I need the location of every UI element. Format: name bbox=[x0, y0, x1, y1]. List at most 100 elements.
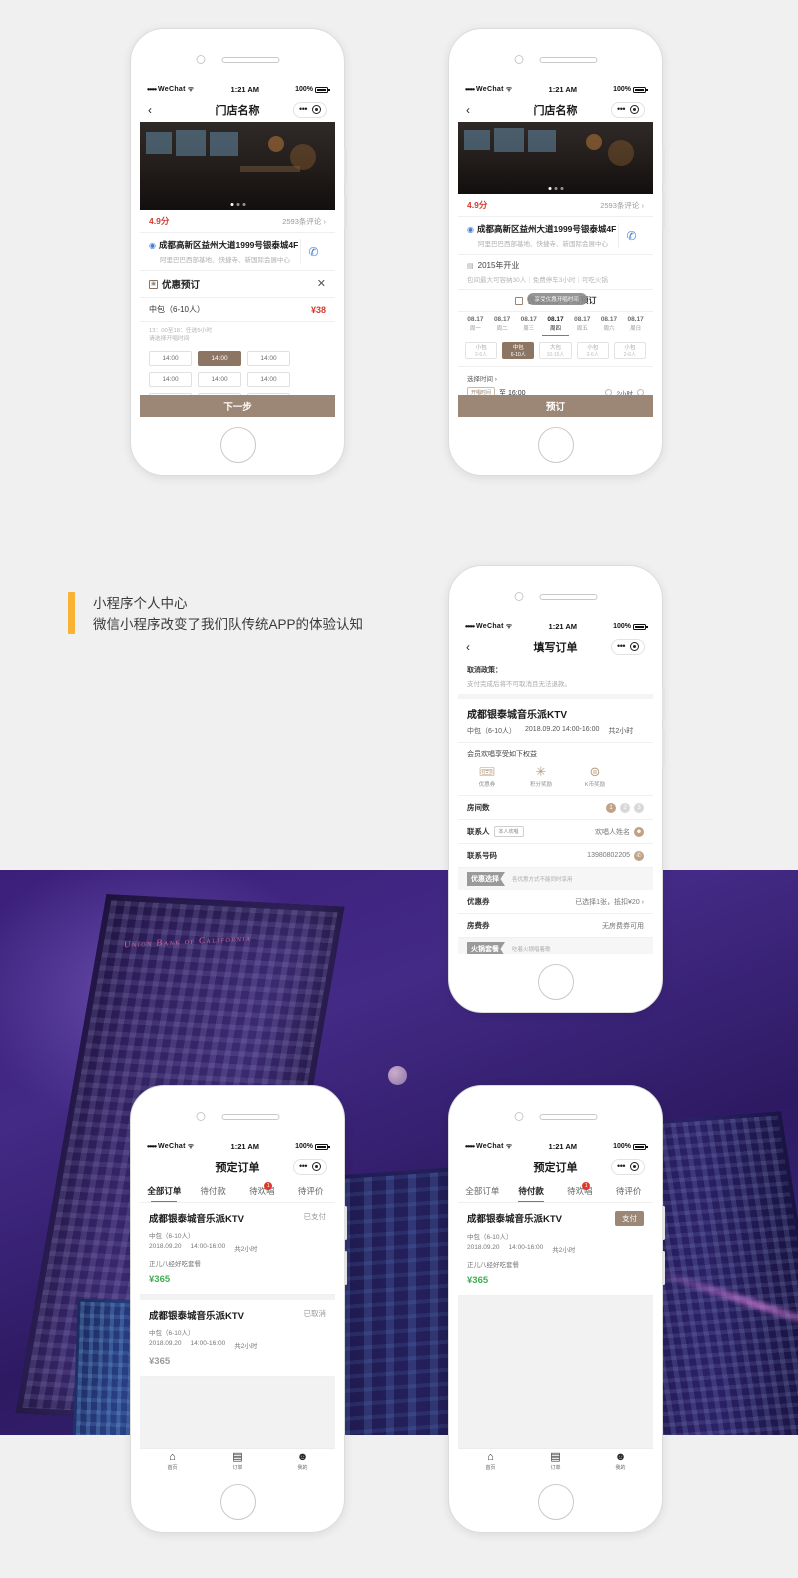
more-icon[interactable]: ••• bbox=[299, 1161, 307, 1170]
more-icon[interactable]: ••• bbox=[617, 641, 625, 650]
tabbar-home[interactable]: ⌂ 首页 bbox=[458, 1449, 523, 1474]
call-store-icon[interactable]: ✆ bbox=[618, 223, 644, 248]
more-icon[interactable]: ••• bbox=[617, 104, 625, 113]
order-card[interactable]: 成都银泰城音乐派KTV 支付 中包（6-10人） 2018.09.20 14:0… bbox=[458, 1203, 653, 1296]
promo-booking-row[interactable]: 优惠预订 小时预订 享受优惠开唱时间 bbox=[458, 290, 653, 312]
tabbar-profile[interactable]: ☻ 我的 bbox=[588, 1449, 653, 1474]
coupon-value[interactable]: 已选择1张，抵扣¥20 › bbox=[575, 897, 644, 907]
more-icon[interactable]: ••• bbox=[617, 1161, 625, 1170]
close-miniprogram-icon[interactable] bbox=[630, 1162, 639, 1171]
time-slot[interactable]: 14:00 bbox=[198, 372, 241, 387]
home-button[interactable] bbox=[219, 1484, 256, 1520]
self-singer-chip[interactable]: 本人欢唱 bbox=[493, 826, 524, 837]
wechat-capsule[interactable]: ••• bbox=[611, 101, 645, 118]
tab-pending-review[interactable]: 待评价 bbox=[286, 1179, 335, 1202]
rating-value: 4.9分 bbox=[467, 200, 488, 210]
promo-tooltip: 享受优惠开唱时间 bbox=[526, 293, 587, 305]
room-option[interactable]: 小包 2-6人 bbox=[465, 342, 498, 359]
rating-row[interactable]: 4.9分 2593条评论 › bbox=[140, 210, 335, 233]
volume-button[interactable] bbox=[344, 149, 347, 183]
next-step-button[interactable]: 下一步 bbox=[140, 395, 335, 417]
tab-pending-singing[interactable]: 待欢唱 1 bbox=[238, 1179, 287, 1202]
tab-pending-payment[interactable]: 待付款 bbox=[189, 1179, 238, 1202]
contact-row[interactable]: 联系人 本人欢唱 欢唱人姓名 ☻ bbox=[458, 820, 653, 844]
power-button[interactable] bbox=[344, 1251, 347, 1285]
room-count-options[interactable]: 1 2 3 bbox=[606, 802, 644, 813]
volume-button[interactable] bbox=[344, 1206, 347, 1240]
carousel-dots[interactable] bbox=[230, 203, 245, 206]
close-miniprogram-icon[interactable] bbox=[312, 105, 321, 114]
call-store-icon[interactable]: ✆ bbox=[300, 239, 326, 264]
reviews-link[interactable]: 2593条评论 › bbox=[600, 200, 644, 211]
address-row[interactable]: ◉ 成都高新区益州大道1999号银泰城4F 阿里巴巴西部基地、快捷寺、新国际会展中… bbox=[140, 233, 335, 271]
signal-dots: ••••• bbox=[465, 85, 475, 94]
pay-now-button[interactable]: 支付 bbox=[615, 1211, 644, 1226]
tabbar-home[interactable]: ⌂ 首页 bbox=[140, 1449, 205, 1474]
power-button[interactable] bbox=[662, 194, 665, 228]
power-button[interactable] bbox=[662, 731, 665, 765]
room-count-row[interactable]: 房间数 1 2 3 bbox=[458, 796, 653, 820]
date-option[interactable]: 08.17 周三 bbox=[515, 316, 542, 336]
roomfee-row[interactable]: 房费券 无房费券可用 bbox=[458, 914, 653, 938]
home-button[interactable] bbox=[537, 1484, 574, 1520]
date-option-selected[interactable]: 08.17 周四 bbox=[542, 316, 569, 336]
phone-row[interactable]: 联系号码 13980802205 ✆ bbox=[458, 844, 653, 868]
book-button[interactable]: 预订 bbox=[458, 395, 653, 417]
volume-button[interactable] bbox=[662, 686, 665, 720]
date-option[interactable]: 08.17 周日 bbox=[622, 316, 649, 336]
tab-pending-payment[interactable]: 待付款 bbox=[507, 1179, 556, 1202]
room-count-option[interactable]: 2 bbox=[620, 802, 630, 813]
clock: 1:21 AM bbox=[548, 622, 578, 631]
tabbar-profile[interactable]: ☻ 我的 bbox=[270, 1449, 335, 1474]
volume-button[interactable] bbox=[662, 1206, 665, 1240]
calendar-icon: ▤ bbox=[467, 262, 474, 270]
reviews-link[interactable]: 2593条评论 › bbox=[282, 216, 326, 227]
time-slot[interactable]: 14:00 bbox=[247, 372, 290, 387]
close-miniprogram-icon[interactable] bbox=[630, 642, 639, 651]
date-option[interactable]: 08.17 周一 bbox=[462, 316, 489, 336]
time-slot[interactable]: 14:00 bbox=[247, 351, 290, 366]
close-miniprogram-icon[interactable] bbox=[630, 105, 639, 114]
more-icon[interactable]: ••• bbox=[299, 104, 307, 113]
tab-all-orders[interactable]: 全部订单 bbox=[458, 1179, 507, 1202]
order-tabs: 全部订单 待付款 待欢唱 1 待评价 bbox=[458, 1179, 653, 1203]
home-button[interactable] bbox=[537, 964, 574, 1000]
wechat-capsule[interactable]: ••• bbox=[611, 1158, 645, 1175]
tab-pending-singing[interactable]: 待欢唱 1 bbox=[556, 1179, 605, 1202]
wechat-capsule[interactable]: ••• bbox=[293, 101, 327, 118]
carousel-dots[interactable] bbox=[548, 187, 563, 190]
room-option-selected[interactable]: 中包 6-10人 bbox=[502, 342, 535, 359]
select-time-link[interactable]: 选择时间 › bbox=[467, 373, 644, 383]
home-button[interactable] bbox=[537, 427, 574, 463]
tab-all-orders[interactable]: 全部订单 bbox=[140, 1179, 189, 1202]
volume-button[interactable] bbox=[662, 149, 665, 183]
wechat-capsule[interactable]: ••• bbox=[293, 1158, 327, 1175]
tabbar-orders[interactable]: ▤ 订单 bbox=[523, 1449, 588, 1474]
room-count-option-selected[interactable]: 1 bbox=[606, 802, 616, 813]
contact-avatar-icon[interactable]: ☻ bbox=[634, 826, 644, 837]
time-slot-selected[interactable]: 14:00 bbox=[198, 351, 241, 366]
date-option[interactable]: 08.17 周二 bbox=[489, 316, 516, 336]
room-count-option[interactable]: 3 bbox=[634, 802, 644, 813]
time-slot[interactable]: 14:00 bbox=[149, 372, 192, 387]
phone-icon[interactable]: ✆ bbox=[634, 850, 644, 861]
power-button[interactable] bbox=[344, 194, 347, 228]
time-slot[interactable]: 14:00 bbox=[149, 351, 192, 366]
room-option[interactable]: 小包 2-6人 bbox=[576, 342, 609, 359]
tab-pending-review[interactable]: 待评价 bbox=[604, 1179, 653, 1202]
close-icon[interactable]: ✕ bbox=[317, 278, 326, 290]
wechat-capsule[interactable]: ••• bbox=[611, 638, 645, 655]
coupon-row[interactable]: 优惠券 已选择1张，抵扣¥20 › bbox=[458, 890, 653, 914]
home-button[interactable] bbox=[219, 427, 256, 463]
power-button[interactable] bbox=[662, 1251, 665, 1285]
rating-row[interactable]: 4.9分 2593条评论 › bbox=[458, 194, 653, 217]
date-option[interactable]: 08.17 周五 bbox=[569, 316, 596, 336]
date-option[interactable]: 08.17 周六 bbox=[596, 316, 623, 336]
close-miniprogram-icon[interactable] bbox=[312, 1162, 321, 1171]
tabbar-orders[interactable]: ▤ 订单 bbox=[205, 1449, 270, 1474]
order-card[interactable]: 成都银泰城音乐派KTV 已取消 中包（6-10人） 2018.09.20 14:… bbox=[140, 1300, 335, 1377]
address-row[interactable]: ◉ 成都高新区益州大道1999号银泰城4F 阿里巴巴西部基地、快捷寺、新国际会展中… bbox=[458, 217, 653, 255]
order-card[interactable]: 成都银泰城音乐派KTV 已支付 中包（6-10人） 2018.09.20 14:… bbox=[140, 1203, 335, 1295]
room-option[interactable]: 小包 2-6人 bbox=[613, 342, 647, 359]
room-option[interactable]: 大包 10-15人 bbox=[539, 342, 572, 359]
